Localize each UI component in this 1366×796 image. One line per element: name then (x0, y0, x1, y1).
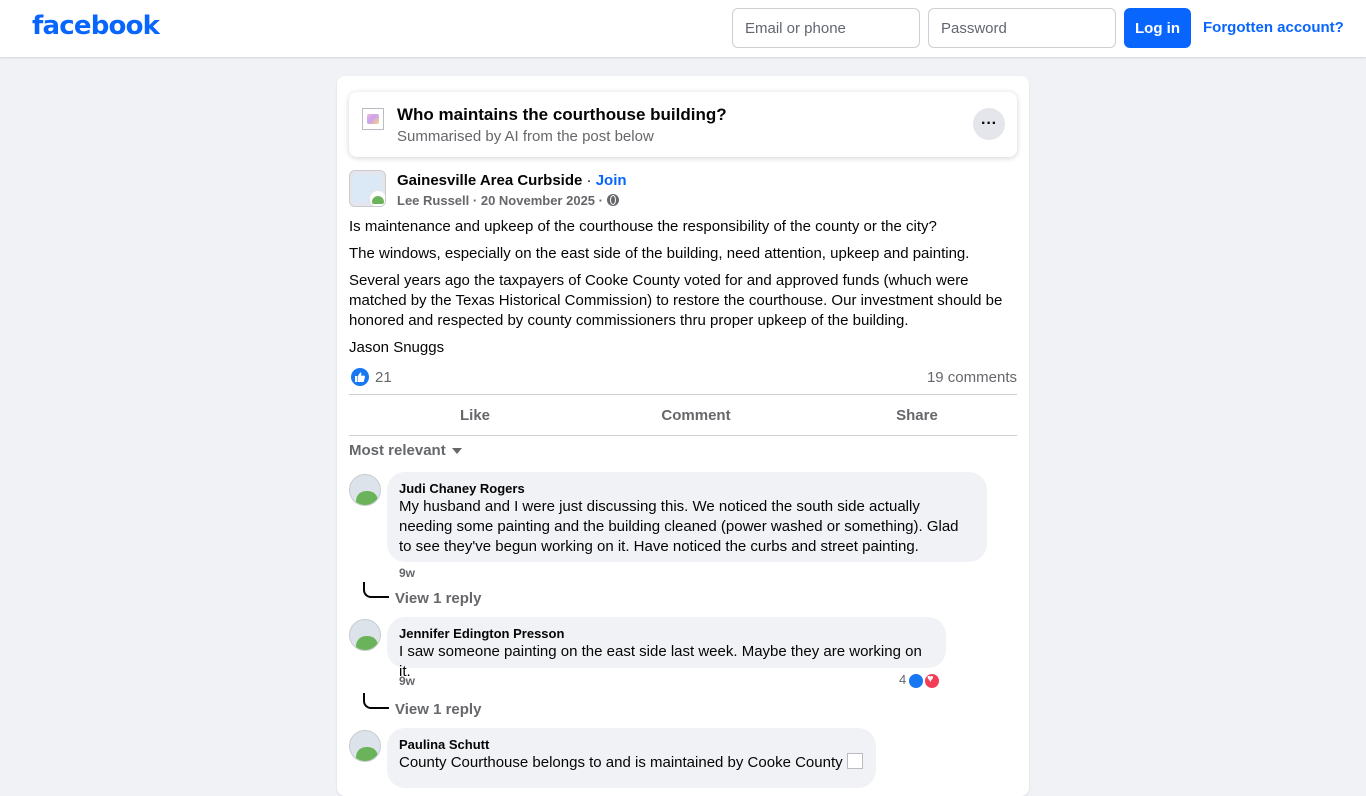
sort-dropdown[interactable]: Most relevant (349, 442, 462, 459)
author-avatar (368, 189, 385, 206)
post-signature: Jason Snuggs (349, 339, 445, 356)
reply-connector (363, 693, 389, 709)
post-meta: Lee Russell · 20 November 2025 · (397, 193, 619, 208)
meta-separator: · (472, 193, 481, 208)
meta-separator: · (598, 193, 607, 208)
post-paragraph: The windows, especially on the east side… (349, 245, 970, 262)
post-date-link[interactable]: 20 November 2025 (481, 193, 595, 208)
group-avatar[interactable] (349, 170, 386, 207)
reply-connector (363, 582, 389, 598)
post-card: Who maintains the courthouse building? S… (337, 76, 1029, 796)
comment-bubble: Judi Chaney Rogers My husband and I were… (387, 472, 987, 562)
comment-text: County Courthouse belongs to and is main… (399, 754, 843, 771)
join-link[interactable]: Join (596, 172, 627, 189)
post-paragraph: Is maintenance and upkeep of the courtho… (349, 218, 937, 235)
emoji-image-icon (846, 753, 863, 769)
post-paragraph: Several years ago the taxpayers of Cooke… (349, 272, 1003, 329)
forgotten-account-link[interactable]: Forgotten account? (1203, 19, 1344, 36)
comment-reaction-count: 4 (899, 672, 907, 687)
comment-text-row: County Courthouse belongs to and is main… (399, 753, 864, 773)
view-replies-link[interactable]: View 1 reply (395, 701, 481, 718)
comment-bubble: Paulina Schutt County Courthouse belongs… (387, 728, 876, 788)
top-bar: facebook Log in Forgotten account? (0, 0, 1366, 57)
view-replies-link[interactable]: View 1 reply (395, 590, 481, 607)
thumbs-up-icon (355, 372, 365, 382)
comment-count-link[interactable]: 19 comments (927, 369, 1017, 386)
commenter-name[interactable]: Judi Chaney Rogers (399, 480, 975, 497)
ai-summary-title: Who maintains the courthouse building? (397, 105, 727, 124)
commenter-avatar[interactable] (349, 730, 381, 762)
like-button[interactable]: Like (375, 398, 575, 434)
caret-down-icon (451, 448, 462, 454)
divider (349, 435, 1017, 436)
group-name-link[interactable]: Gainesville Area Curbside (397, 172, 582, 189)
header-separator: · (582, 172, 596, 189)
ai-summary-box[interactable]: Who maintains the courthouse building? S… (349, 92, 1017, 157)
sort-label: Most relevant (349, 442, 446, 459)
comment-time[interactable]: 9w (399, 674, 415, 688)
comment-reactions[interactable]: 4 (899, 672, 941, 690)
globe-icon (606, 194, 619, 206)
facebook-logo[interactable]: facebook (32, 11, 160, 41)
divider (349, 394, 1017, 395)
login-button[interactable]: Log in (1124, 8, 1191, 48)
comment-text: My husband and I were just discussing th… (399, 498, 959, 555)
post-body: Is maintenance and upkeep of the courtho… (349, 217, 1017, 365)
ai-summary-subtitle: Summarised by AI from the post below (397, 128, 654, 145)
commenter-avatar[interactable] (349, 474, 381, 506)
commenter-name[interactable]: Jennifer Edington Presson (399, 625, 934, 642)
post-author-link[interactable]: Lee Russell (397, 193, 469, 208)
password-field[interactable] (928, 8, 1116, 48)
comment-bubble: Jennifer Edington Presson I saw someone … (387, 617, 946, 680)
share-button[interactable]: Share (817, 398, 1017, 434)
post-header-title: Gainesville Area Curbside · Join (397, 172, 627, 189)
more-options-button[interactable]: ··· (973, 108, 1005, 140)
comment-time[interactable]: 9w (399, 566, 415, 580)
like-reaction-icon[interactable] (351, 368, 369, 386)
commenter-avatar[interactable] (349, 619, 381, 651)
commenter-name[interactable]: Paulina Schutt (399, 736, 864, 753)
ai-summary-icon (362, 108, 384, 130)
reaction-count[interactable]: 21 (375, 369, 392, 386)
love-reaction-icon (923, 672, 941, 690)
comment-button[interactable]: Comment (596, 398, 796, 434)
email-field[interactable] (732, 8, 920, 48)
comment-text: I saw someone painting on the east side … (399, 643, 922, 680)
